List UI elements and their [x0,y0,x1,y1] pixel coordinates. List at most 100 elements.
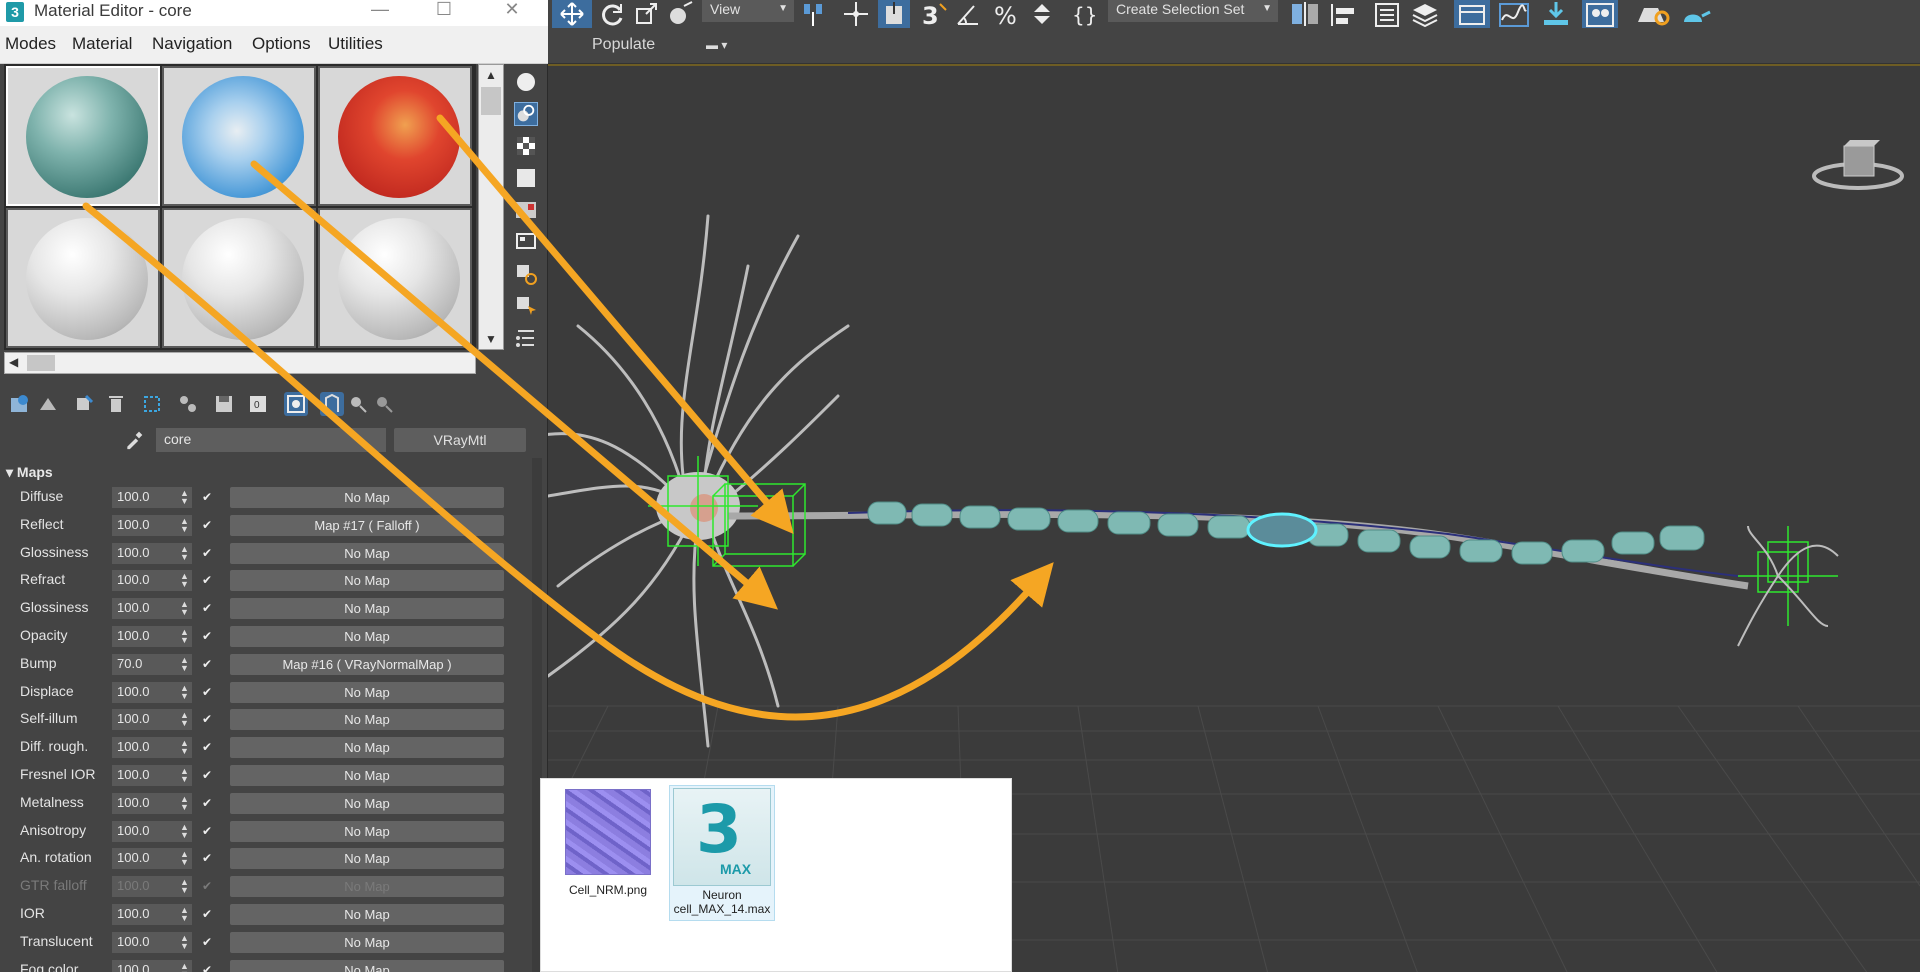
background-checker-icon[interactable] [514,134,538,158]
map-slot-button[interactable]: No Map [230,542,504,564]
sample-slot-4[interactable] [6,208,160,348]
spinner-arrows-icon[interactable]: ▲▼ [180,544,189,561]
menu-utilities[interactable]: Utilities [328,34,383,54]
map-slot-button[interactable]: No Map [230,959,504,972]
pivot-point-center-icon[interactable] [798,0,832,28]
map-slot-button[interactable]: No Map [230,792,504,814]
material-name-input[interactable]: core [156,428,386,452]
spinner-arrows-icon[interactable]: ▲▼ [180,572,189,589]
spinner-arrows-icon[interactable]: ▲▼ [180,767,189,784]
file-neuron-max[interactable]: 3 MAX Neuron cell_MAX_14.max [669,785,775,921]
options-gear-icon[interactable] [514,262,538,286]
map-enable-checkbox[interactable]: ✔ [202,657,216,671]
select-and-move-icon[interactable] [552,0,592,28]
spinner-arrows-icon[interactable]: ▲▼ [180,655,189,672]
sample-slot-3[interactable] [318,66,472,206]
sample-slot-5[interactable] [162,208,316,348]
map-slot-button[interactable]: No Map [230,848,504,870]
put-to-library-icon[interactable] [212,392,236,416]
map-slot-button[interactable]: Map #17 ( Falloff ) [230,514,504,536]
scrollbar-thumb[interactable] [481,87,501,115]
menu-modes[interactable]: Modes [5,34,56,54]
map-enable-checkbox[interactable]: ✔ [202,518,216,532]
sample-slot-6[interactable] [318,208,472,348]
map-enable-checkbox[interactable]: ✔ [202,601,216,615]
map-slot-button[interactable]: No Map [230,487,504,508]
map-enable-checkbox[interactable]: ✔ [202,824,216,838]
menu-material[interactable]: Material [72,34,132,54]
make-preview-icon[interactable] [514,230,538,254]
eyedropper-icon[interactable] [124,430,144,450]
material-type-button[interactable]: VRayMtl [394,428,526,452]
map-enable-checkbox[interactable]: ✔ [202,629,216,643]
select-by-material-icon[interactable] [514,294,538,318]
make-unique-icon[interactable] [176,392,200,416]
map-enable-checkbox[interactable]: ✔ [202,963,216,972]
menu-navigation[interactable]: Navigation [152,34,232,54]
keyboard-shortcut-override-icon[interactable] [878,0,910,28]
material-editor-toggle-icon[interactable] [1582,0,1618,28]
percent-snap-toggle-icon[interactable]: % [990,0,1022,28]
map-enable-checkbox[interactable]: ✔ [202,851,216,865]
mirror-icon[interactable] [1288,0,1322,28]
toggle-layer-explorer-icon[interactable] [1408,0,1442,28]
sample-slot-2[interactable] [162,66,316,206]
spinner-snap-toggle-icon[interactable] [1026,0,1058,28]
map-slot-button[interactable]: No Map [230,820,504,842]
map-slot-button[interactable]: Map #16 ( VRayNormalMap ) [230,653,504,675]
align-icon[interactable] [1328,0,1362,28]
map-slot-button[interactable]: No Map [230,737,504,759]
go-to-parent-icon[interactable] [346,392,370,416]
menu-options[interactable]: Options [252,34,311,54]
maximize-button[interactable]: ☐ [424,0,464,22]
sample-type-sphere-icon[interactable] [514,70,538,94]
map-slot-button[interactable]: No Map [230,904,504,925]
map-enable-checkbox[interactable]: ✔ [202,768,216,782]
spinner-arrows-icon[interactable]: ▲▼ [180,878,189,895]
minimize-button[interactable]: — [360,0,400,22]
viewcube[interactable] [1812,140,1904,190]
map-slot-button[interactable]: No Map [230,709,504,731]
show-end-result-icon[interactable] [320,392,344,416]
spinner-arrows-icon[interactable]: ▲▼ [180,489,189,506]
spinner-arrows-icon[interactable]: ▲▼ [180,739,189,756]
map-slot-button[interactable]: No Map [230,570,504,592]
map-enable-checkbox[interactable]: ✔ [202,490,216,504]
spinner-arrows-icon[interactable]: ▲▼ [180,794,189,811]
snaps-toggle-icon[interactable]: 3 [918,0,950,28]
map-slot-button[interactable]: No Map [230,876,504,898]
select-and-rotate-icon[interactable] [598,0,628,28]
map-enable-checkbox[interactable]: ✔ [202,546,216,560]
map-enable-checkbox[interactable]: ✔ [202,935,216,949]
map-enable-checkbox[interactable]: ✔ [202,740,216,754]
map-enable-checkbox[interactable]: ✔ [202,879,216,893]
slots-horizontal-scrollbar[interactable]: ◀ [4,352,476,374]
material-id-channel-icon[interactable]: 0 [246,392,270,416]
scroll-left-icon[interactable]: ◀ [9,355,18,369]
selected-sheath[interactable] [1246,512,1318,548]
backlight-icon[interactable] [514,102,538,126]
map-enable-checkbox[interactable]: ✔ [202,796,216,810]
assign-material-to-selection-icon[interactable] [72,392,96,416]
populate-tab[interactable]: Populate [592,36,655,54]
angle-snap-toggle-icon[interactable] [954,0,986,28]
map-slot-button[interactable]: No Map [230,626,504,647]
map-slot-button[interactable]: No Map [230,598,504,620]
select-and-place-icon[interactable] [666,0,696,28]
close-button[interactable]: ✕ [492,0,532,22]
scroll-down-icon[interactable]: ▼ [479,329,503,349]
spinner-arrows-icon[interactable]: ▲▼ [180,822,189,839]
curve-editor-icon[interactable] [1496,0,1532,28]
maps-rollout-header[interactable]: ▾ Maps [6,464,526,484]
show-shaded-material-icon[interactable] [284,392,308,416]
sample-slot-1[interactable] [6,66,160,206]
spinner-arrows-icon[interactable]: ▲▼ [180,683,189,700]
map-enable-checkbox[interactable]: ✔ [202,685,216,699]
map-slot-button[interactable]: No Map [230,931,504,953]
scrollbar-thumb[interactable] [27,355,55,371]
create-selection-set-dropdown[interactable]: Create Selection Set ▼ [1108,0,1278,22]
edit-named-selection-sets-icon[interactable]: {} [1068,0,1100,28]
slots-vertical-scrollbar[interactable]: ▲ ▼ [478,64,504,350]
spinner-arrows-icon[interactable]: ▲▼ [180,906,189,923]
go-forward-to-sibling-icon[interactable] [372,392,396,416]
